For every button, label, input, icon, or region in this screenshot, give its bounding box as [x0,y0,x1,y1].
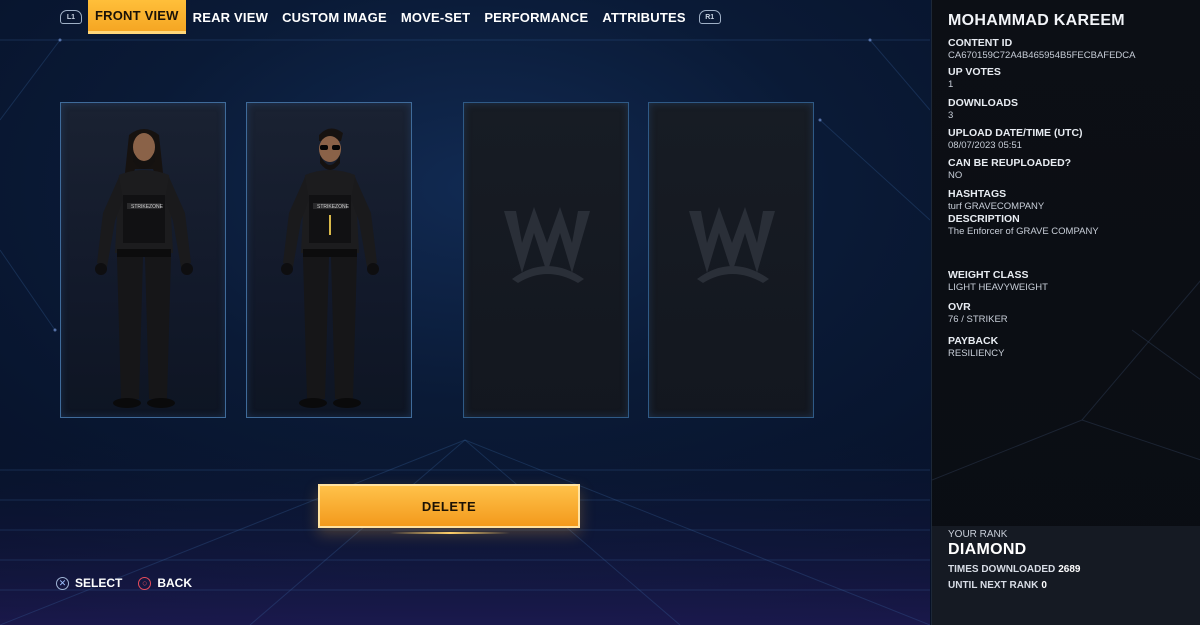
superstar-slot-4[interactable] [648,102,814,418]
tab-front-view[interactable]: FRONT VIEW [88,0,186,34]
reupload-label: CAN BE REUPLOADED? [948,157,1072,169]
until-next-rank-label: UNTIL NEXT RANK [948,580,1039,591]
button-glow [390,532,510,534]
times-downloaded-row: TIMES DOWNLOADED 2689 [948,564,1185,575]
weight-class-field: WEIGHT CLASS LIGHT HEAVYWEIGHT [948,269,1048,293]
tab-attributes[interactable]: ATTRIBUTES [595,0,692,34]
back-prompt[interactable]: ○ BACK [138,576,192,590]
ovr-label: OVR [948,301,971,313]
select-label: SELECT [75,576,123,590]
tab-custom-image[interactable]: CUSTOM IMAGE [275,0,394,34]
r1-bumper-icon[interactable]: R1 [698,10,721,24]
back-label: BACK [157,576,193,590]
creation-name: MOHAMMAD KAREEM [948,12,1125,29]
superstar-slot-2[interactable]: STRIKEZONE [246,102,412,418]
l1-bumper-icon[interactable]: L1 [60,10,82,24]
tab-performance[interactable]: PERFORMANCE [477,0,595,34]
payback-label: PAYBACK [948,335,999,347]
tab-rear-view[interactable]: REAR VIEW [186,0,275,34]
rank-box: YOUR RANK DIAMOND TIMES DOWNLOADED 2689 U… [932,526,1200,625]
superstar-render-long-hair: STRIKEZONE [95,129,193,408]
until-next-rank-row: UNTIL NEXT RANK 0 [948,580,1185,591]
downloads-field: DOWNLOADS 3 [948,97,1018,121]
until-next-rank-value: 0 [1041,580,1047,591]
weight-class-label: WEIGHT CLASS [948,269,1029,281]
up-votes-field: UP VOTES 1 [948,66,1001,90]
ovr-field: OVR 76 / STRIKER [948,301,1008,325]
description-label: DESCRIPTION [948,213,1020,225]
reupload-value: NO [948,170,963,181]
hashtags-field: HASHTAGS turf GRAVECOMPANY [948,188,1044,212]
reupload-field: CAN BE REUPLOADED? NO [948,157,1071,181]
wwe-logo-icon [504,207,590,283]
svg-text:STRIKEZONE: STRIKEZONE [131,204,164,210]
superstar-render-sunglasses: STRIKEZONE [281,128,379,408]
upload-field: UPLOAD DATE/TIME (UTC) 08/07/2023 05:51 [948,127,1083,151]
hashtags-label: HASHTAGS [948,188,1007,200]
ovr-value: 76 / STRIKER [948,314,1008,325]
superstar-slot-1[interactable]: STRIKEZONE [60,102,226,418]
content-id-value: CA670159C72A4B465954B5FECBAFEDCA [948,50,1136,61]
select-prompt[interactable]: ✕ SELECT [56,576,122,590]
payback-value: RESILIENCY [948,348,1005,359]
payback-field: PAYBACK RESILIENCY [948,335,1005,359]
your-rank-value: DIAMOND [948,541,1027,558]
downloads-label: DOWNLOADS [948,97,1018,109]
your-rank-label: YOUR RANK [948,529,1008,540]
circle-button-icon: ○ [138,576,152,590]
button-prompts: ✕ SELECT ○ BACK [56,576,192,590]
delete-button[interactable]: DELETE [318,484,580,528]
weight-class-value: LIGHT HEAVYWEIGHT [948,282,1048,293]
content-id-field: CONTENT ID CA670159C72A4B465954B5FECBAFE… [948,37,1135,61]
wwe-logo-icon [689,207,775,283]
details-panel: MOHAMMAD KAREEM CONTENT ID CA670159C72A4… [931,0,1200,625]
upload-value: 08/07/2023 05:51 [948,140,1022,151]
content-id-label: CONTENT ID [948,37,1013,49]
up-votes-value: 1 [948,79,954,90]
up-votes-label: UP VOTES [948,66,1001,78]
hashtags-value: turf GRAVECOMPANY [948,201,1045,212]
tab-bar: L1 FRONT VIEW REAR VIEW CUSTOM IMAGE MOV… [0,0,930,34]
description-value: The Enforcer of GRAVE COMPANY [948,226,1099,237]
times-downloaded-value: 2689 [1058,564,1081,575]
cross-button-icon: ✕ [56,576,69,590]
downloads-value: 3 [948,110,954,121]
upload-label: UPLOAD DATE/TIME (UTC) [948,127,1083,139]
svg-text:STRIKEZONE: STRIKEZONE [317,204,350,210]
times-downloaded-label: TIMES DOWNLOADED [948,564,1056,575]
tab-move-set[interactable]: MOVE-SET [394,0,478,34]
description-field: DESCRIPTION The Enforcer of GRAVE COMPAN… [948,213,1099,237]
superstar-slot-3[interactable] [463,102,629,418]
